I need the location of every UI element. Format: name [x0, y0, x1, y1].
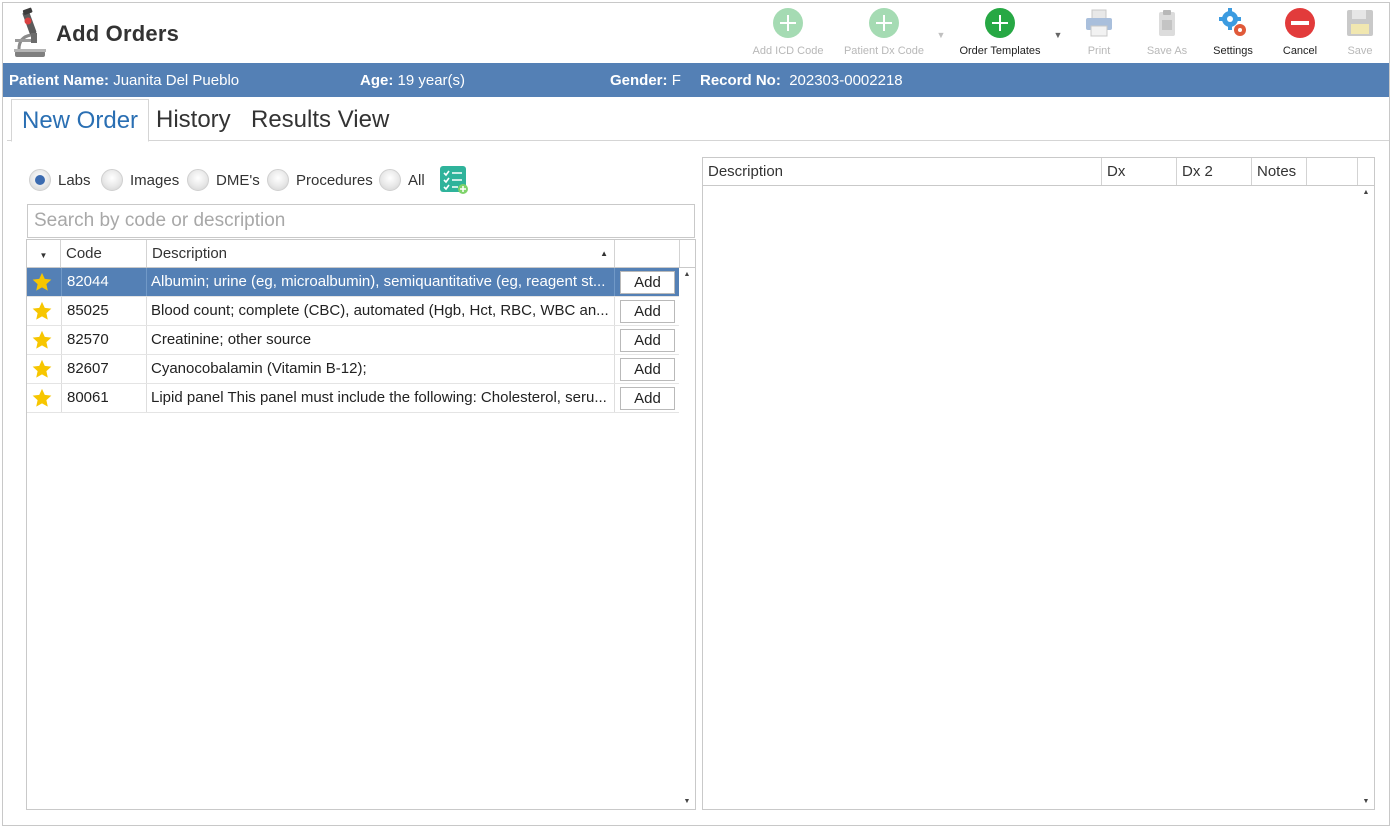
favorite-column-filter[interactable]: ▼: [27, 240, 61, 267]
column-header-description[interactable]: Description: [703, 158, 1102, 185]
selected-orders-grid: Description Dx Dx 2 Notes ▲ ▼: [702, 157, 1375, 810]
radio-labs[interactable]: Labs: [29, 166, 91, 194]
patient-dx-code-button[interactable]: Patient Dx Code: [839, 7, 929, 63]
row-code: 82607: [61, 355, 147, 383]
patient-gender: Gender: F: [610, 72, 681, 89]
row-code: 85025: [61, 297, 147, 325]
header-toolbar: Add Orders Add ICD Code Patient Dx Code …: [3, 3, 1389, 63]
microscope-icon: [14, 7, 46, 57]
radio-dot: [267, 169, 289, 191]
selected-orders-scrollbar[interactable]: ▲ ▼: [1358, 186, 1374, 809]
patient-dx-dropdown-caret-icon[interactable]: ▼: [936, 31, 946, 40]
row-code: 82044: [61, 268, 147, 296]
grid-header: ▼ Code Description ▲: [27, 240, 695, 268]
column-header-dx2[interactable]: Dx 2: [1177, 158, 1252, 185]
patient-record-no: Record No: 202303-0002218: [700, 72, 903, 89]
column-header-extra: [1307, 158, 1358, 185]
radio-dot: [101, 169, 123, 191]
print-button[interactable]: Print: [1075, 7, 1123, 63]
settings-button[interactable]: Settings: [1206, 7, 1260, 63]
save-as-button[interactable]: Save As: [1140, 7, 1194, 63]
scroll-up-icon[interactable]: ▲: [1358, 186, 1374, 200]
row-code: 82570: [61, 326, 147, 354]
row-description: Lipid panel This panel must include the …: [147, 384, 615, 412]
column-header-action: [615, 240, 680, 267]
row-description: Creatinine; other source: [147, 326, 615, 354]
row-description: Blood count; complete (CBC), automated (…: [147, 297, 615, 325]
star-icon[interactable]: [31, 300, 53, 322]
radio-all[interactable]: All: [379, 166, 425, 194]
printer-icon: [1086, 9, 1112, 37]
patient-age: Age: 19 year(s): [360, 72, 466, 89]
tab-bar: New Order History Results View: [7, 99, 1389, 142]
row-code: 80061: [61, 384, 147, 412]
add-icd-code-button[interactable]: Add ICD Code: [748, 7, 828, 63]
table-row[interactable]: 82044 Albumin; urine (eg, microalbumin),…: [27, 268, 679, 297]
tab-history[interactable]: History: [146, 99, 241, 141]
tab-new-order[interactable]: New Order: [11, 99, 150, 142]
cancel-button[interactable]: Cancel: [1274, 7, 1326, 63]
radio-dot: [29, 169, 51, 191]
order-templates-button[interactable]: Order Templates: [952, 7, 1048, 63]
add-order-button[interactable]: Add: [620, 271, 675, 294]
radio-procedures[interactable]: Procedures: [267, 166, 373, 194]
star-icon[interactable]: [31, 358, 53, 380]
orders-search-grid: ▼ Code Description ▲ 82044 Albumin; urin…: [26, 239, 696, 810]
add-order-button[interactable]: Add: [620, 300, 675, 323]
save-button[interactable]: Save: [1339, 7, 1381, 63]
add-order-button[interactable]: Add: [620, 387, 675, 410]
column-header-description[interactable]: Description ▲: [147, 240, 615, 267]
no-entry-icon: [1285, 8, 1315, 38]
star-icon[interactable]: [31, 271, 53, 293]
tab-results-view[interactable]: Results View: [241, 99, 399, 141]
row-description: Albumin; urine (eg, microalbumin), semiq…: [147, 268, 615, 296]
plus-circle-icon: [773, 8, 803, 38]
star-icon[interactable]: [31, 387, 53, 409]
radio-dot: [187, 169, 209, 191]
column-header-dx[interactable]: Dx: [1102, 158, 1177, 185]
star-icon[interactable]: [31, 329, 53, 351]
search-input[interactable]: [27, 204, 695, 238]
sort-ascending-icon: ▲: [600, 249, 608, 258]
add-orders-window: Add Orders Add ICD Code Patient Dx Code …: [2, 2, 1390, 826]
plus-circle-icon: [869, 8, 899, 38]
add-order-button[interactable]: Add: [620, 329, 675, 352]
column-header-code[interactable]: Code: [61, 240, 147, 267]
row-description: Cyanocobalamin (Vitamin B-12);: [147, 355, 615, 383]
add-order-button[interactable]: Add: [620, 358, 675, 381]
caret-down-icon: ▼: [39, 251, 48, 260]
column-header-notes[interactable]: Notes: [1252, 158, 1307, 185]
radio-images[interactable]: Images: [101, 166, 179, 194]
table-row[interactable]: 82607 Cyanocobalamin (Vitamin B-12); Add: [27, 355, 679, 384]
scroll-down-icon[interactable]: ▼: [1358, 795, 1374, 809]
grid-scrollbar[interactable]: ▲ ▼: [679, 268, 695, 809]
gears-icon: [1219, 8, 1246, 36]
radio-dot: [379, 169, 401, 191]
table-row[interactable]: 80061 Lipid panel This panel must includ…: [27, 384, 679, 413]
app-title: Add Orders: [56, 21, 180, 46]
patient-info-bar: Patient Name: Juanita Del Pueblo Age: 19…: [3, 63, 1389, 97]
clipboard-icon: [1159, 10, 1175, 36]
plus-circle-icon: [985, 8, 1015, 38]
table-row[interactable]: 85025 Blood count; complete (CBC), autom…: [27, 297, 679, 326]
scroll-up-icon[interactable]: ▲: [679, 268, 695, 282]
radio-dmes[interactable]: DME's: [187, 166, 260, 194]
floppy-disk-icon: [1347, 10, 1373, 36]
selected-orders-header: Description Dx Dx 2 Notes: [703, 158, 1374, 186]
table-row[interactable]: 82570 Creatinine; other source Add: [27, 326, 679, 355]
checklist-add-icon[interactable]: [439, 165, 469, 195]
scroll-down-icon[interactable]: ▼: [679, 795, 695, 809]
patient-name: Patient Name: Juanita Del Pueblo: [9, 72, 240, 89]
grid-rows: 82044 Albumin; urine (eg, microalbumin),…: [27, 268, 679, 413]
order-templates-dropdown-caret-icon[interactable]: ▼: [1053, 31, 1063, 40]
